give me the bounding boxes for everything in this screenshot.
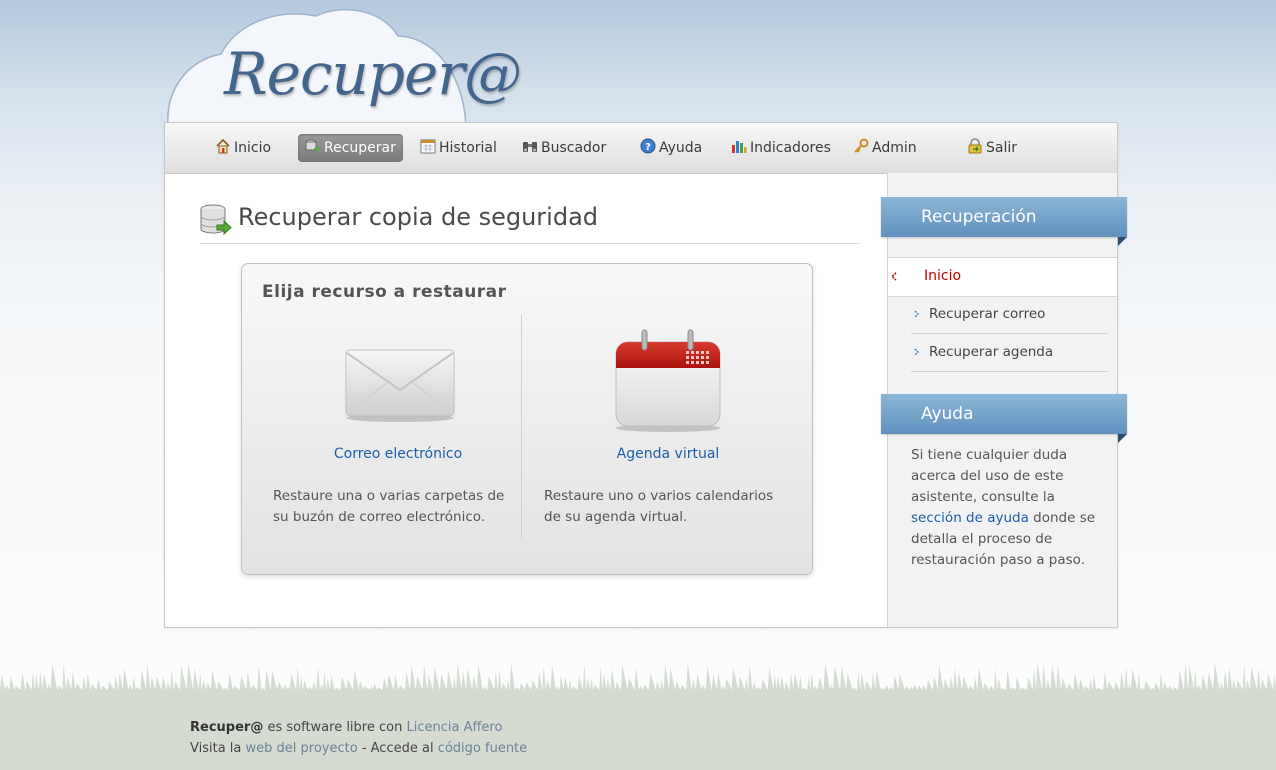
option-agenda[interactable]: Agenda virtual Restaure uno o varios cal… [538, 324, 798, 544]
nav-label: Admin [872, 140, 917, 156]
footer-brand: Recuper@ [190, 720, 264, 735]
calendar-grid-icon [420, 139, 436, 154]
sidebar: Recuperación Inicio Recuperar correo Rec… [881, 173, 1127, 627]
calendar-icon[interactable] [614, 328, 722, 434]
footer-line-1: Recuper@ es software libre con Licencia … [190, 720, 502, 735]
nav-label: Historial [439, 140, 497, 156]
nav-label: Ayuda [659, 140, 703, 156]
main-container: Inicio Recuperar Historial Buscador ? Ay… [164, 122, 1127, 628]
agenda-description: Restaure uno o varios calendarios de su … [544, 488, 774, 525]
nav-item-admin[interactable]: Admin [853, 134, 917, 162]
page-title-text: Recuperar copia de seguridad [238, 203, 599, 231]
source-code-link[interactable]: código fuente [438, 741, 527, 756]
help-text: Si tiene cualquier duda acerca del uso d… [911, 445, 1101, 571]
app-logo[interactable]: Recuper@ [224, 40, 522, 108]
footer-text: Visita la [190, 741, 246, 756]
top-navbar: Inicio Recuperar Historial Buscador ? Ay… [165, 123, 1117, 174]
sidebar-item-label: Inicio [924, 268, 962, 284]
footer-text: es software libre con [263, 720, 407, 735]
nav-item-salir[interactable]: Salir [967, 134, 1017, 162]
nav-label: Inicio [234, 140, 272, 156]
license-link[interactable]: Licencia Affero [406, 720, 502, 735]
nav-label: Recuperar [324, 140, 396, 156]
chevron-right-icon [914, 310, 919, 318]
nav-item-ayuda[interactable]: ? Ayuda [640, 134, 702, 162]
correo-description: Restaure una o varias carpetas de su buz… [273, 488, 505, 525]
sidebar-item-recuperar-agenda[interactable]: Recuperar agenda [911, 334, 1108, 372]
help-section-link[interactable]: sección de ayuda [911, 510, 1029, 526]
sidebar-item-label: Recuperar correo [929, 306, 1046, 322]
envelope-icon[interactable] [344, 348, 456, 424]
key-icon [854, 138, 869, 153]
page-title: Recuperar copia de seguridad [200, 201, 860, 244]
option-correo[interactable]: Correo electrónico Restaure una o varias… [268, 324, 528, 544]
nav-item-indicadores[interactable]: Indicadores [731, 134, 831, 162]
nav-label: Indicadores [750, 140, 831, 156]
footer-line-2: Visita la web del proyecto - Accede al c… [190, 741, 527, 756]
nav-item-buscador[interactable]: Buscador [522, 134, 606, 162]
svg-text:?: ? [645, 142, 651, 153]
nav-item-historial[interactable]: Historial [420, 134, 497, 162]
ribbon-fold [1118, 237, 1127, 246]
sidebar-header-ayuda: Ayuda [881, 394, 1127, 443]
sidebar-header-text: Recuperación [921, 207, 1037, 227]
agenda-link[interactable]: Agenda virtual [538, 446, 798, 462]
chevron-right-icon [914, 348, 919, 356]
sidebar-header-text: Ayuda [921, 404, 974, 424]
correo-link[interactable]: Correo electrónico [268, 446, 528, 462]
nav-label: Salir [986, 140, 1018, 156]
help-text-part: Si tiene cualquier duda acerca del uso d… [911, 447, 1068, 505]
database-restore-icon [305, 139, 321, 152]
sidebar-item-label: Recuperar agenda [929, 344, 1054, 360]
ribbon-fold [1118, 434, 1127, 443]
footer: Recuper@ es software libre con Licencia … [0, 690, 1276, 770]
binoculars-icon [523, 142, 537, 152]
project-web-link[interactable]: web del proyecto [246, 741, 358, 756]
sidebar-header-recuperacion: Recuperación [881, 197, 1127, 246]
resource-selection-panel: Elija recurso a restaurar Correo electró… [241, 263, 813, 575]
help-circle-icon: ? [640, 138, 656, 154]
nav-item-recuperar[interactable]: Recuperar [298, 134, 403, 162]
nav-label: Buscador [541, 140, 607, 156]
panel-title: Elija recurso a restaurar [262, 282, 507, 302]
home-icon [216, 138, 230, 154]
nav-item-inicio[interactable]: Inicio [215, 134, 271, 162]
lock-exit-icon [968, 138, 982, 154]
sidebar-item-recuperar-correo[interactable]: Recuperar correo [911, 296, 1108, 334]
chevron-left-icon [891, 272, 897, 281]
bar-chart-icon [732, 141, 747, 153]
sidebar-item-inicio[interactable]: Inicio [888, 257, 1117, 297]
database-restore-icon [200, 204, 232, 235]
footer-text: - Accede al [357, 741, 438, 756]
